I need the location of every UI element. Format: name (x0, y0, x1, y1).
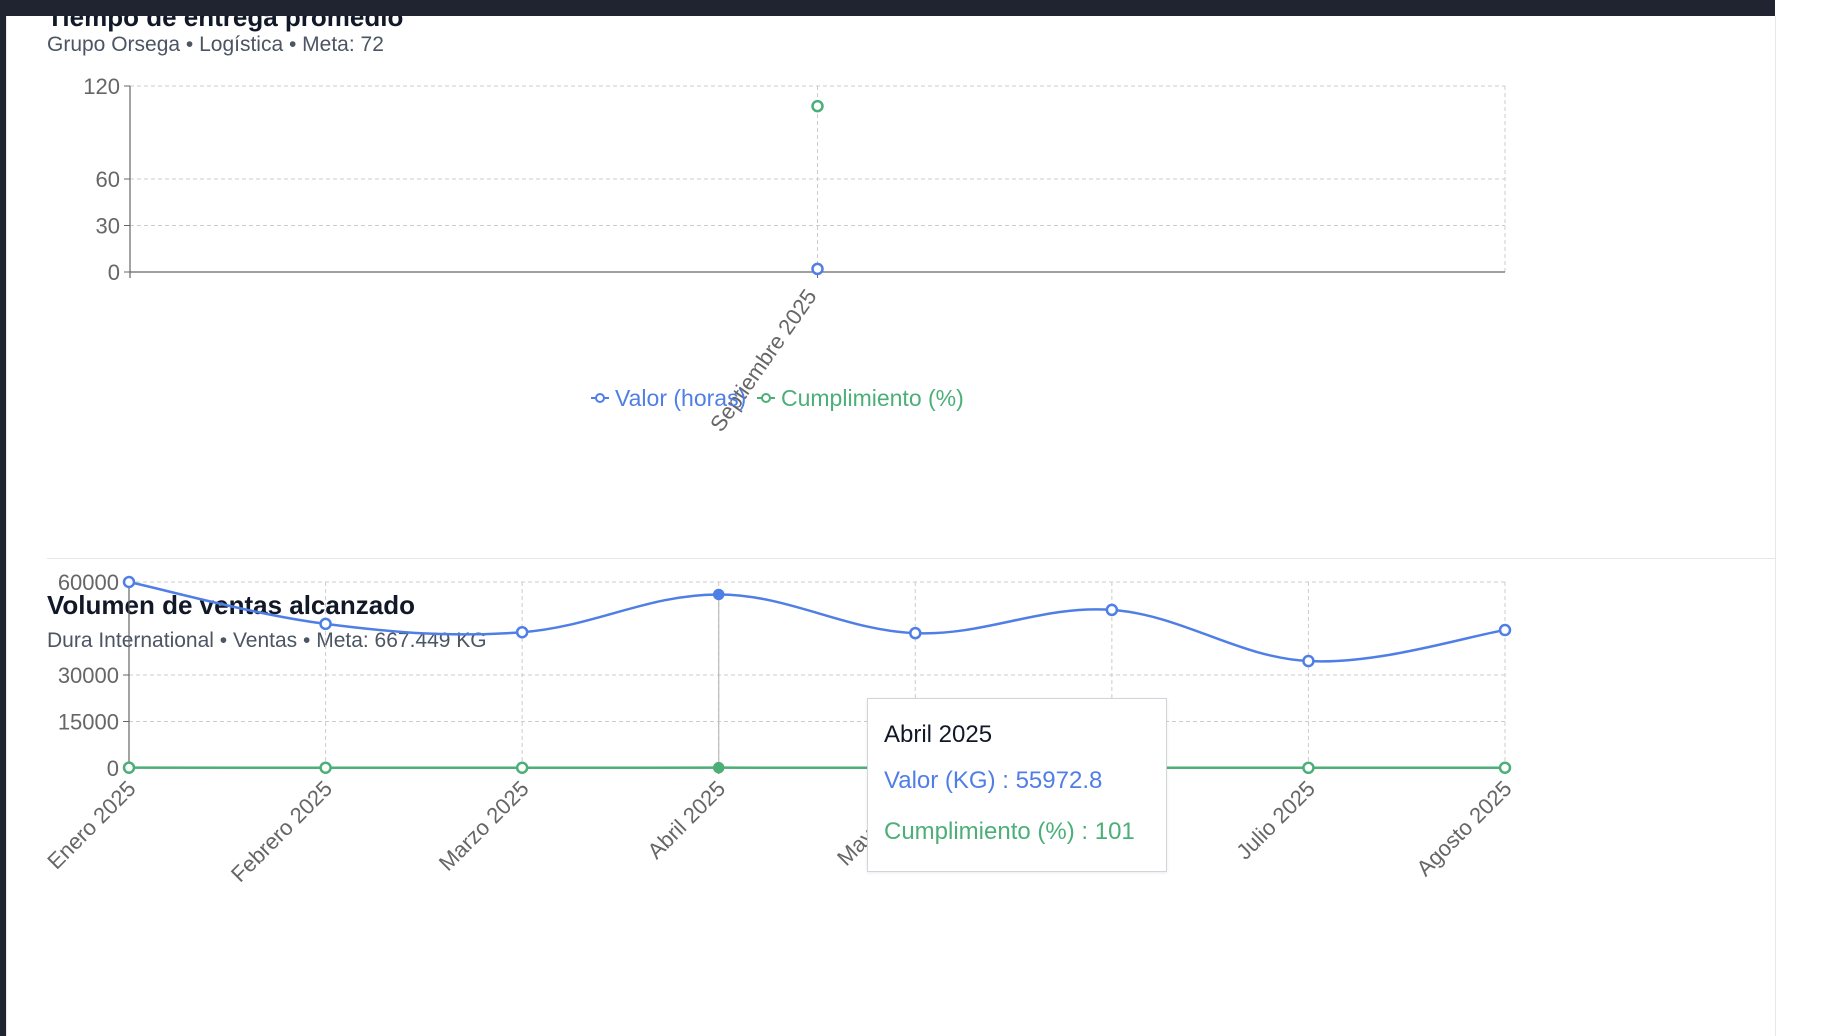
data-point (1498, 761, 1512, 775)
tooltip-title: Abril 2025 (884, 721, 993, 748)
x-tick-label: Marzo 2025 (434, 776, 534, 876)
y-tick-label: 15000 (58, 710, 119, 735)
data-point (1302, 761, 1315, 775)
tooltip-valor-line: Valor (KG) : 55972.8 (884, 767, 1103, 794)
data-point (319, 761, 332, 774)
data-point (712, 761, 725, 774)
data-point (909, 626, 922, 640)
y-tick-label: 60000 (58, 570, 119, 595)
sales-volume-chart: 0 15000 30000 60000 Enero 2025 Febrero 2025 Ma… (42, 570, 1516, 887)
x-tick-label: Julio 2025 (1231, 776, 1320, 865)
charts-card: Tiempo de entrega promedio Grupo Orsega … (6, 16, 1776, 1036)
data-point (319, 617, 332, 631)
x-tick-label: Abril 2025 (643, 776, 731, 864)
data-point (1498, 623, 1512, 637)
right-panel-edge (1775, 0, 1834, 1036)
data-point (122, 575, 136, 589)
x-tick-label: Febrero 2025 (226, 776, 337, 887)
data-point (122, 761, 136, 774)
data-point (712, 588, 725, 601)
data-point (515, 625, 529, 639)
y-tick-label: 30000 (58, 663, 119, 688)
series-line (128, 580, 1506, 663)
data-point (515, 761, 529, 775)
y-tick-label: 0 (107, 756, 119, 781)
data-point (1302, 654, 1315, 668)
tooltip-cumplimiento-line: Cumplimiento (%) : 101 (884, 818, 1135, 845)
chart-tooltip: Abril 2025 Valor (KG) : 55972.8 Cumplimi… (867, 698, 1167, 872)
x-tick-label: Agosto 2025 (1411, 776, 1516, 881)
data-point (1105, 603, 1119, 617)
x-tick-label: Enero 2025 (42, 776, 140, 874)
